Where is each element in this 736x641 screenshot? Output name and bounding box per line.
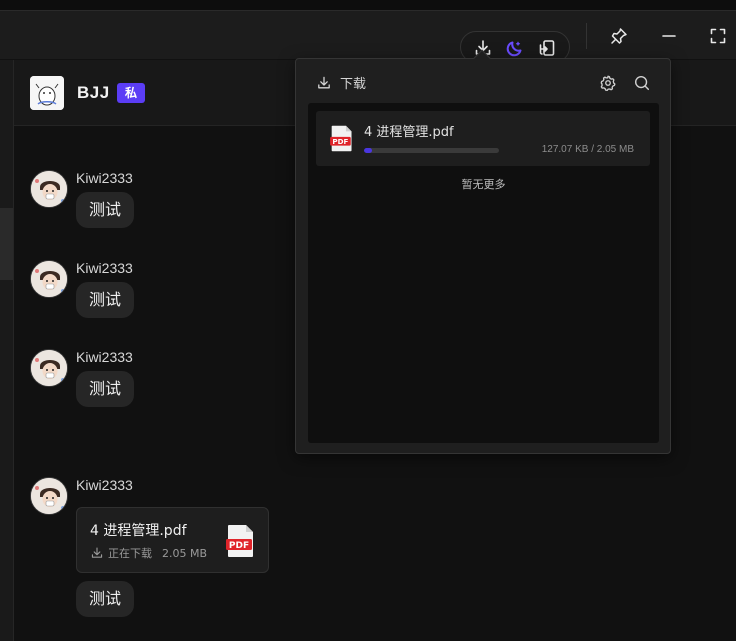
- left-sidebar-edge: [0, 60, 14, 641]
- download-status-text: 正在下载: [108, 547, 152, 560]
- avatar[interactable]: [30, 349, 68, 387]
- list-end-text: 暂无更多: [461, 178, 506, 191]
- avatar[interactable]: [30, 477, 68, 515]
- download-panel: 下载 PDF 4 进程管理.pdf 127.07 KB / 2.05 MB 暂无…: [295, 49, 671, 454]
- file-message-card[interactable]: 4 进程管理.pdf 正在下载 2.05 MB PDF: [76, 507, 269, 573]
- search-button[interactable]: [632, 73, 652, 93]
- minimize-button[interactable]: [653, 20, 685, 52]
- pdf-file-icon: PDF: [226, 524, 256, 563]
- minimize-icon: [662, 35, 676, 37]
- avatar-image: [31, 261, 67, 297]
- window-top-strip: [0, 0, 736, 10]
- file-name: 4 进程管理.pdf: [90, 523, 187, 539]
- avatar[interactable]: [30, 170, 68, 208]
- settings-button[interactable]: [598, 73, 618, 93]
- avatar-image: [31, 171, 67, 207]
- title-bar: [0, 10, 736, 63]
- sender-name: Kiwi2333: [76, 170, 133, 186]
- download-list: PDF 4 进程管理.pdf 127.07 KB / 2.05 MB 暂无更多: [308, 103, 659, 443]
- group-avatar-image: [30, 76, 64, 110]
- private-badge: 私: [117, 83, 145, 103]
- pdf-label: PDF: [332, 137, 348, 146]
- sidebar-selected-strip: [0, 208, 13, 280]
- toolbar-divider: [586, 23, 587, 49]
- sender-name: Kiwi2333: [76, 260, 133, 276]
- file-size: 2.05 MB: [162, 546, 208, 560]
- panel-title-text: 下载: [340, 77, 367, 92]
- sender-name: Kiwi2333: [76, 349, 133, 365]
- pdf-file-icon: PDF: [330, 125, 354, 157]
- gear-icon: [600, 75, 616, 92]
- pdf-label: PDF: [229, 541, 249, 551]
- message-bubble[interactable]: 测试: [76, 581, 135, 617]
- pin-icon: [611, 28, 627, 44]
- pin-button[interactable]: [603, 20, 635, 52]
- fullscreen-button[interactable]: [702, 20, 734, 52]
- moon-icon: [506, 41, 522, 57]
- message-bubble[interactable]: 测试: [76, 192, 135, 228]
- download-file-name: 4 进程管理.pdf: [364, 125, 454, 140]
- fullscreen-icon: [710, 28, 726, 44]
- panel-title: 下载: [316, 73, 366, 92]
- download-progress-bar: [364, 148, 499, 153]
- screen-share-icon: [539, 40, 555, 56]
- download-icon: [91, 547, 103, 558]
- message-bubble[interactable]: 测试: [76, 282, 135, 318]
- download-size-progress: 127.07 KB / 2.05 MB: [541, 144, 634, 155]
- download-item[interactable]: PDF 4 进程管理.pdf 127.07 KB / 2.05 MB: [316, 111, 650, 166]
- download-icon: [318, 76, 330, 88]
- search-icon: [634, 75, 650, 91]
- avatar-image: [31, 350, 67, 386]
- message-bubble[interactable]: 测试: [76, 371, 135, 407]
- file-status: 正在下载 2.05 MB: [90, 545, 207, 561]
- sender-name: Kiwi2333: [76, 477, 133, 493]
- group-avatar[interactable]: [30, 76, 64, 110]
- chat-title: BJJ: [77, 83, 110, 102]
- avatar[interactable]: [30, 260, 68, 298]
- download-progress-fill: [364, 148, 373, 153]
- avatar-image: [31, 478, 67, 514]
